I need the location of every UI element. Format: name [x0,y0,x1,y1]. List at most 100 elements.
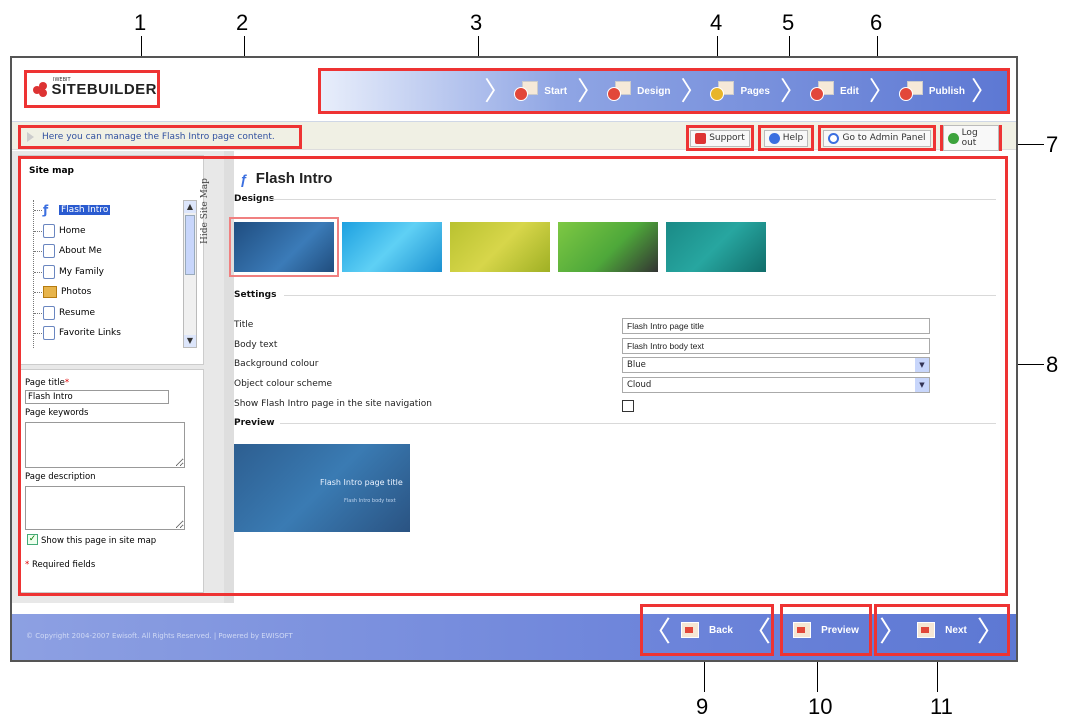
page-hint: Here you can manage the Flash Intro page… [18,125,302,149]
callout-3: 3 [470,10,483,35]
app-window: IWEBIT SITEBUILDER 〉 Start 〉 Design 〉 Pages… [10,56,1018,662]
preview-rule [280,423,996,424]
object-colour-scheme-label: Object colour scheme [234,379,333,389]
copyright-text: © Copyright 2004-2007 Ewisoft. All Right… [26,632,293,640]
page-title-text: Flash Intro [255,170,333,187]
wizard-step-pages[interactable]: 〉 Pages [680,73,769,109]
chevron-right-icon: 〉 [484,76,511,106]
object-colour-scheme-select[interactable]: Cloud ▼ [622,377,930,393]
back-button[interactable]: 〈 Back 〈 [640,604,774,656]
chevron-down-icon[interactable]: ▼ [915,378,929,392]
preview-title-text: Flash Intro page title [320,478,403,487]
next-icon [917,622,936,638]
callout-6: 6 [870,10,883,35]
design-icon [607,81,632,101]
callout-11: 11 [930,694,953,719]
designs-rule [272,199,996,200]
preview-heading: Preview [234,418,275,428]
body-text-setting-label: Body text [234,340,278,350]
chevron-left-icon: 〈 [742,616,771,647]
wizard-step-start[interactable]: 〉 Start [484,73,567,109]
settings-rule [284,295,996,296]
chevron-right-icon: 〉 [970,76,997,106]
flash-icon: ƒ [240,170,248,187]
show-in-navigation-label: Show Flash Intro page in the site naviga… [234,399,433,409]
title-setting-label: Title [234,320,254,330]
step-label: Pages [740,85,770,97]
callout-2: 2 [236,10,249,35]
settings-heading: Settings [234,290,277,300]
body-text-setting-input[interactable] [622,338,930,354]
design-thumbnails [229,217,766,277]
back-icon [681,622,700,638]
chevron-right-icon: 〉 [680,76,707,106]
preview-body-text: Flash Intro body text [344,498,396,504]
next-label: Next [945,624,967,636]
logo-icon [33,82,47,97]
sitebuilder-logo[interactable]: IWEBIT SITEBUILDER [24,70,160,108]
logo-text: SITEBUILDER [51,80,157,98]
wizard-step-publish[interactable]: 〉 Publish 〉 [869,73,1001,109]
wizard-step-edit[interactable]: 〉 Edit [780,73,859,109]
pages-icon [710,81,735,101]
wizard-steps: 〉 Start 〉 Design 〉 Pages 〉 Edit 〉 Publish 〉 [318,68,1010,114]
callout-8: 8 [1046,352,1059,377]
preview-button[interactable]: Preview [780,604,872,656]
next-button[interactable]: 〉 Next 〉 [874,604,1010,656]
design-thumbnail-4[interactable] [558,222,658,272]
logout-label: Log out [961,128,978,148]
flash-intro-preview: Flash Intro page title Flash Intro body … [234,444,410,532]
chevron-down-icon[interactable]: ▼ [915,358,929,372]
wizard-step-design[interactable]: 〉 Design [577,73,670,109]
support-label: Support [709,133,745,143]
chevron-right-icon: 〉 [779,76,806,106]
triangle-icon [27,132,34,142]
chevron-right-icon: 〉 [976,616,1005,647]
chevron-right-icon: 〉 [868,76,895,106]
background-colour-value: Blue [627,360,646,370]
admin-icon [828,132,840,144]
help-label: Help [782,133,804,143]
title-setting-input[interactable] [622,318,930,334]
logout-icon [948,132,959,144]
step-label: Design [637,85,671,97]
support-button[interactable]: Support [686,125,754,151]
design-thumbnail-1[interactable] [229,217,339,277]
step-label: Edit [839,85,859,97]
hint-text: Here you can manage the Flash Intro page… [42,132,275,142]
logo-small-text: IWEBIT [53,77,71,83]
step-label: Start [544,85,568,97]
chevron-right-icon: 〉 [577,76,604,106]
preview-label: Preview [821,624,859,636]
page-title: ƒ Flash Intro [240,170,332,187]
callout-4: 4 [710,10,723,35]
background-colour-label: Background colour [234,359,319,369]
help-button[interactable]: Help [758,125,814,151]
preview-icon [793,622,812,638]
design-thumbnail-2[interactable] [342,222,442,272]
admin-label: Go to Admin Panel [842,133,926,143]
callout-7: 7 [1046,132,1059,157]
designs-heading: Designs [234,194,275,204]
chevron-left-icon: 〈 [643,616,672,647]
background-colour-select[interactable]: Blue ▼ [622,357,930,373]
callout-5: 5 [782,10,795,35]
info-bar: Here you can manage the Flash Intro page… [12,122,1016,151]
callout-1: 1 [134,10,147,35]
header: IWEBIT SITEBUILDER 〉 Start 〉 Design 〉 Pages… [12,58,1016,122]
design-thumbnail-5[interactable] [666,222,766,272]
callout-10: 10 [808,694,833,719]
publish-icon [898,81,923,101]
support-icon [695,132,707,144]
logout-button[interactable]: Log out [940,125,1002,151]
chevron-right-icon: 〉 [879,616,908,647]
start-icon [514,81,539,101]
admin-panel-button[interactable]: Go to Admin Panel [818,125,936,151]
step-label: Publish [928,85,965,97]
object-colour-scheme-value: Cloud [627,380,652,390]
callout-9: 9 [696,694,709,719]
design-thumbnail-3[interactable] [450,222,550,272]
help-icon [768,132,780,144]
show-in-navigation-checkbox[interactable] [622,400,634,412]
edit-icon [809,81,834,101]
